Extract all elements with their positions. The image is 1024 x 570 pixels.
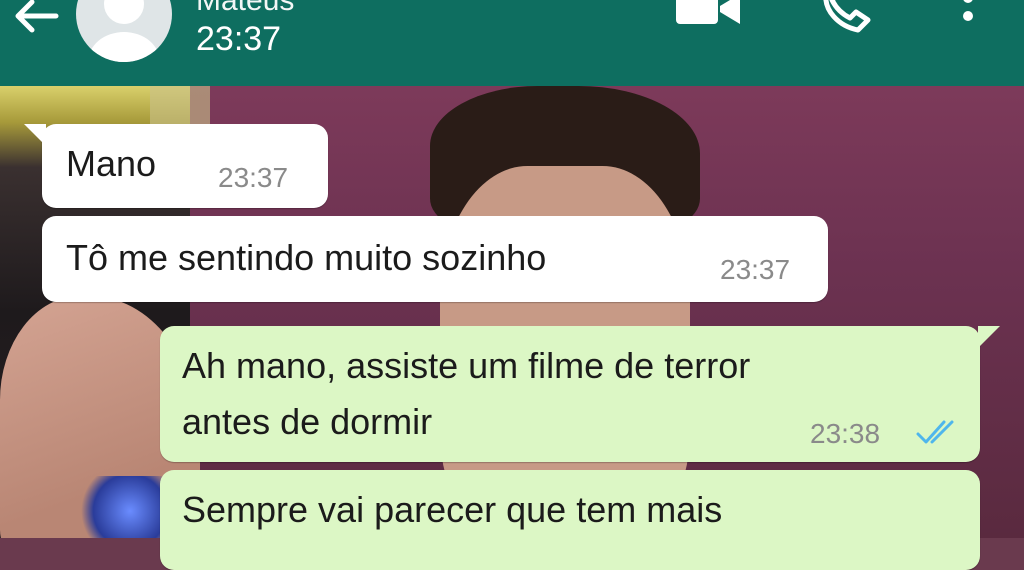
message-time: 23:37 [720, 254, 791, 285]
avatar-placeholder-icon [88, 0, 160, 62]
message-text: Mano [66, 143, 157, 184]
message-text-line-2: antes de dormir [182, 401, 433, 442]
bubble-tail [24, 124, 46, 146]
message-time: 23:38 [810, 418, 881, 449]
phone-icon[interactable] [818, 0, 880, 34]
message-text: Tô me sentindo muito sozinho [66, 237, 547, 278]
message-text-line-1: Ah mano, assiste um filme de terror [182, 345, 751, 386]
outgoing-message[interactable]: Sempre vai parecer que tem mais [160, 470, 980, 570]
message-time: 23:37 [218, 162, 289, 193]
incoming-message[interactable]: Tô me sentindo muito sozinho 23:37 [42, 216, 828, 302]
more-vert-icon[interactable] [956, 0, 980, 30]
read-ticks-icon [916, 420, 962, 446]
incoming-message[interactable]: Mano 23:37 [24, 124, 328, 208]
last-seen-status: 23:37 [196, 20, 282, 58]
avatar[interactable] [76, 0, 172, 62]
back-arrow-icon[interactable] [10, 0, 60, 38]
bubble-tail [978, 326, 1000, 348]
contact-name[interactable]: Mateus [196, 0, 294, 18]
video-call-icon[interactable] [676, 0, 742, 28]
chat-header: Mateus 23:37 [0, 0, 1024, 86]
message-text: Sempre vai parecer que tem mais [182, 489, 723, 530]
outgoing-message[interactable]: Ah mano, assiste um filme de terror ante… [160, 326, 1000, 462]
